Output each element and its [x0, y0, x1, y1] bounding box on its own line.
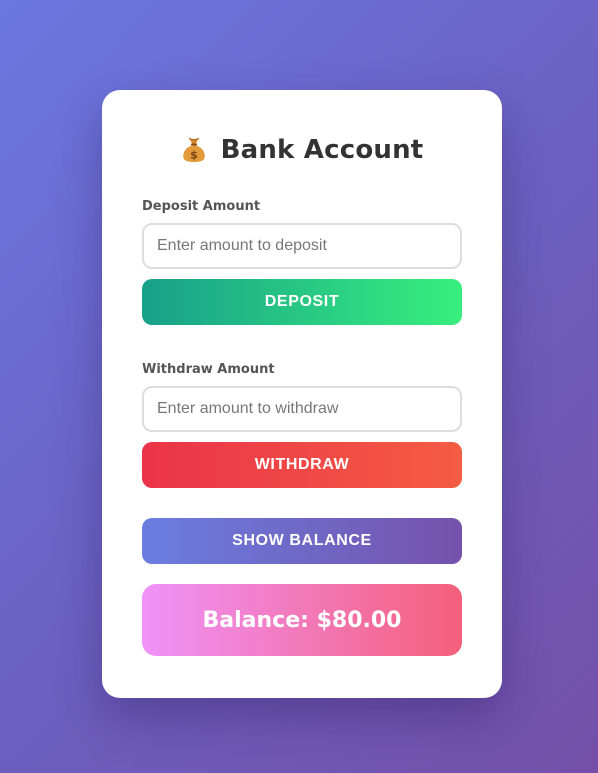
balance-display: Balance: $80.00 — [142, 584, 462, 656]
withdraw-amount-label: Withdraw Amount — [142, 362, 275, 377]
show-balance-button[interactable]: SHOW BALANCE — [142, 518, 462, 564]
deposit-button[interactable]: DEPOSIT — [142, 279, 462, 325]
page-title: Bank Account — [220, 135, 424, 165]
deposit-amount-input[interactable] — [142, 223, 462, 269]
withdraw-amount-input[interactable] — [142, 386, 462, 432]
deposit-amount-label: Deposit Amount — [142, 199, 261, 214]
header: $ Bank Account — [142, 125, 462, 175]
balance-text: Balance: $80.00 — [202, 607, 402, 633]
money-bag-icon: $ — [181, 136, 207, 164]
bank-account-card: $ Bank Account Deposit Amount DEPOSIT Wi… — [102, 90, 502, 698]
withdraw-button[interactable]: WITHDRAW — [142, 442, 462, 488]
svg-text:$: $ — [190, 149, 198, 162]
